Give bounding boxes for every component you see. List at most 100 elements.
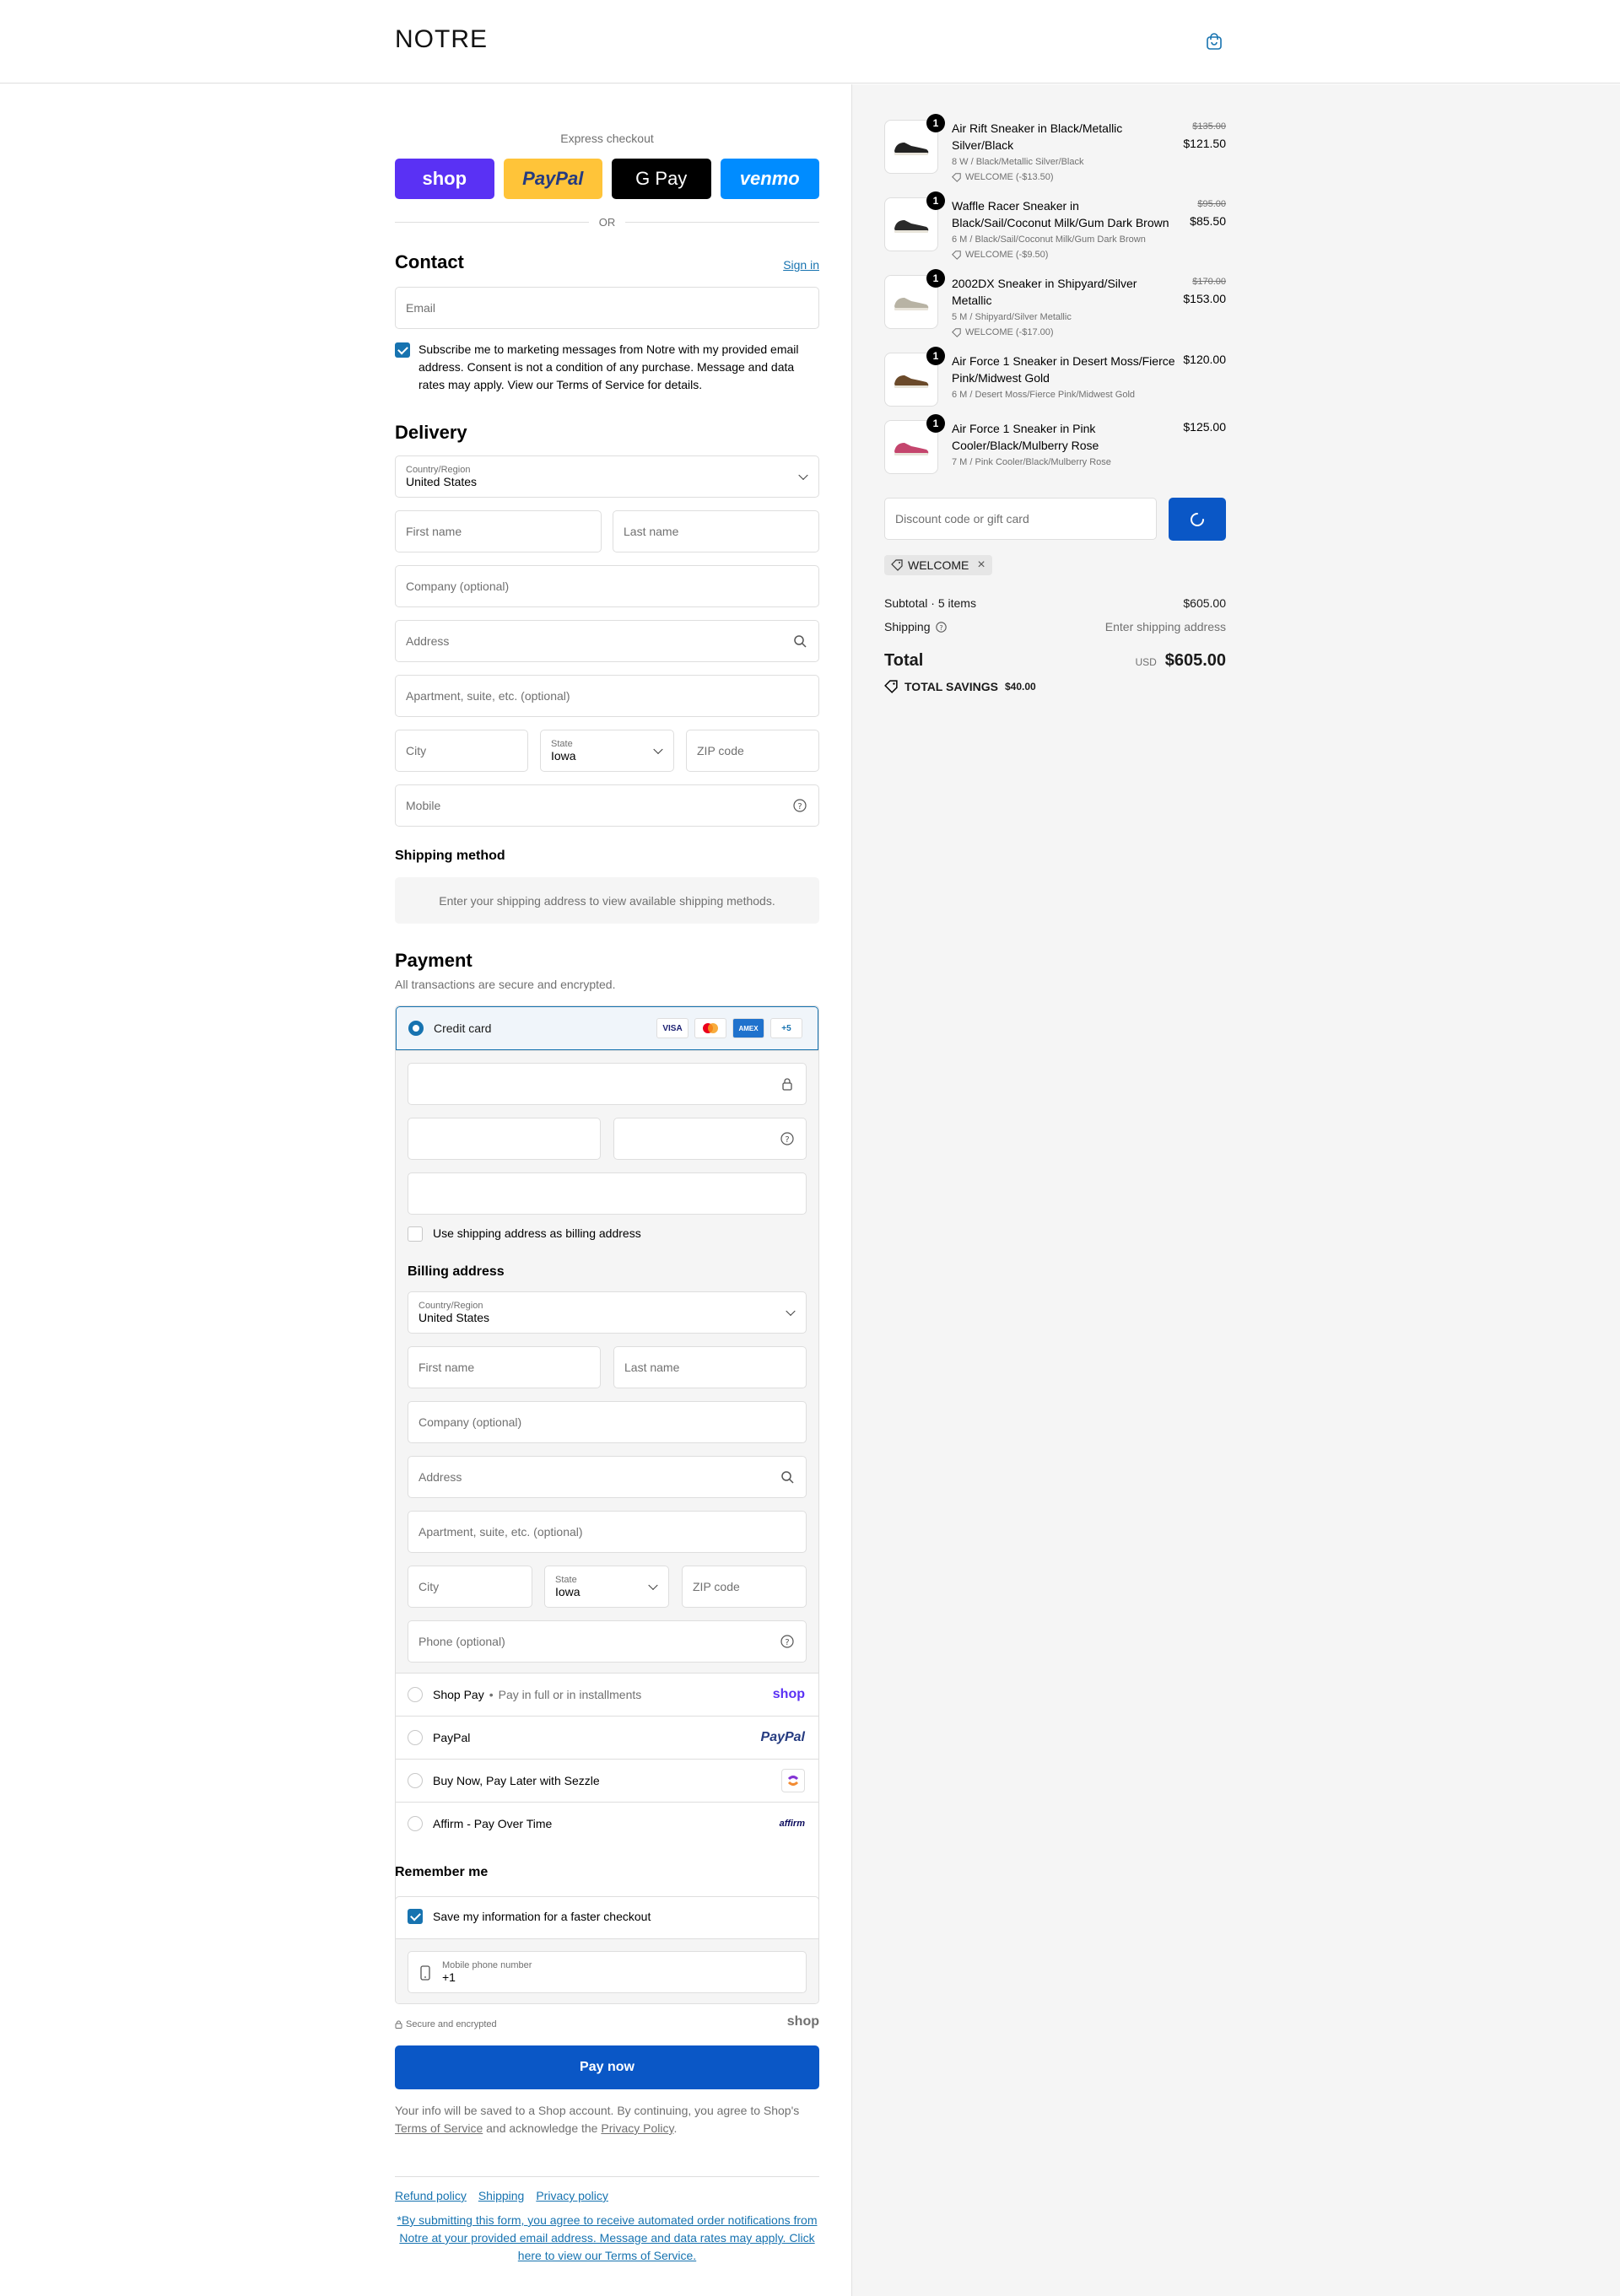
paypal-radio[interactable]	[408, 1730, 423, 1745]
use-shipping-checkbox[interactable]	[408, 1226, 423, 1242]
sneaker-image	[894, 298, 929, 310]
product-price: $85.50	[1190, 214, 1226, 228]
sezzle-option[interactable]: Buy Now, Pay Later with Sezzle	[396, 1759, 818, 1802]
billing-state-label: State	[555, 1575, 577, 1585]
country-select[interactable]: Country/Region United States	[395, 455, 819, 498]
save-info-label: Save my information for a faster checkou…	[433, 1910, 651, 1923]
quantity-badge: 1	[926, 414, 945, 433]
affirm-option[interactable]: Affirm - Pay Over Time affirm	[396, 1802, 818, 1845]
product-thumbnail: 1	[884, 114, 945, 174]
total-row: Total USD $605.00	[884, 651, 1226, 671]
billing-state-select[interactable]: State Iowa	[544, 1566, 669, 1608]
venmo-express-button[interactable]: venmo	[720, 159, 819, 199]
shop-pay-option[interactable]: Shop Pay • Pay in full or in installment…	[396, 1673, 818, 1716]
paypal-express-button[interactable]: PayPal	[503, 159, 602, 199]
apply-discount-button[interactable]	[1169, 498, 1226, 541]
payment-heading: Payment	[395, 950, 472, 971]
refund-policy-link[interactable]: Refund policy	[395, 2189, 467, 2202]
lock-icon	[782, 1078, 792, 1091]
expiration-field[interactable]	[408, 1118, 601, 1160]
brand-logo[interactable]: NOTRE	[395, 25, 488, 54]
original-price: $95.00	[1197, 199, 1226, 209]
divider-line	[625, 221, 819, 223]
shipping-policy-link[interactable]: Shipping	[478, 2189, 525, 2202]
credit-card-option[interactable]: Credit card VISA AMEX +5	[396, 1006, 818, 1050]
mobile-phone-label: Mobile phone number	[442, 1960, 532, 1970]
help-icon[interactable]: ?	[935, 621, 947, 633]
shop-pay-express-button[interactable]: shop	[395, 159, 494, 199]
paypal-option[interactable]: PayPal PayPal	[396, 1716, 818, 1759]
tag-icon	[952, 172, 961, 182]
sezzle-label: Buy Now, Pay Later with Sezzle	[433, 1774, 600, 1787]
billing-state-value: Iowa	[555, 1585, 580, 1598]
notifications-notice-link[interactable]: *By submitting this form, you agree to r…	[395, 2212, 819, 2265]
city-field[interactable]: City	[395, 730, 528, 772]
subtotal-value: $605.00	[1183, 596, 1226, 610]
subscribe-checkbox[interactable]	[395, 342, 410, 358]
shipping-method-heading: Shipping method	[395, 849, 505, 863]
sezzle-icon	[781, 1769, 805, 1792]
help-icon[interactable]: ?	[780, 1635, 794, 1648]
mobile-field[interactable]: Mobile ?	[395, 784, 819, 827]
footer-divider	[395, 2176, 819, 2177]
remember-phone-area: Mobile phone number +1	[396, 1938, 818, 2003]
billing-last-name-field[interactable]: Last name	[613, 1346, 807, 1388]
address-field[interactable]: Address	[395, 620, 819, 662]
shop-privacy-link[interactable]: Privacy Policy	[601, 2121, 673, 2135]
billing-apartment-field[interactable]: Apartment, suite, etc. (optional)	[408, 1511, 807, 1553]
card-number-field[interactable]	[408, 1063, 807, 1105]
billing-country-select[interactable]: Country/Region United States	[408, 1291, 807, 1334]
product-name: 2002DX Sneaker in Shipyard/Silver Metall…	[952, 277, 1137, 307]
save-info-checkbox[interactable]	[408, 1909, 423, 1924]
billing-first-name-field[interactable]: First name	[408, 1346, 601, 1388]
shop-terms-link[interactable]: Terms of Service	[395, 2121, 483, 2135]
quantity-badge: 1	[926, 347, 945, 365]
svg-text:?: ?	[785, 1638, 789, 1647]
email-field[interactable]: Email	[395, 287, 819, 329]
discount-code-field[interactable]: Discount code or gift card	[884, 498, 1157, 540]
name-on-card-field[interactable]	[408, 1172, 807, 1215]
product-discount: WELCOME (-$17.00)	[952, 327, 1054, 337]
sign-in-link[interactable]: Sign in	[783, 258, 819, 272]
sezzle-radio[interactable]	[408, 1773, 423, 1788]
affirm-radio[interactable]	[408, 1816, 423, 1831]
shopping-bag-icon[interactable]	[1205, 32, 1223, 51]
billing-company-field[interactable]: Company (optional)	[408, 1401, 807, 1443]
credit-card-radio[interactable]	[408, 1021, 424, 1036]
google-pay-express-button[interactable]: G Pay	[612, 159, 711, 199]
product-name: Air Force 1 Sneaker in Desert Moss/Fierc…	[952, 354, 1175, 385]
billing-zip-field[interactable]: ZIP code	[682, 1566, 807, 1608]
savings-label: TOTAL SAVINGS	[904, 680, 998, 693]
lock-icon	[395, 2020, 402, 2029]
zip-field[interactable]: ZIP code	[686, 730, 819, 772]
last-name-field[interactable]: Last name	[613, 510, 819, 552]
subscribe-text: Subscribe me to marketing messages from …	[418, 342, 799, 391]
pay-now-button[interactable]: Pay now	[395, 2045, 819, 2089]
shipping-label-wrap: Shipping ?	[884, 620, 947, 633]
billing-address-field[interactable]: Address	[408, 1456, 807, 1498]
shop-pay-sublabel: Pay in full or in installments	[498, 1688, 642, 1701]
paypal-label: PayPal	[433, 1731, 471, 1744]
billing-country-label: Country/Region	[418, 1301, 483, 1311]
state-select[interactable]: State Iowa	[540, 730, 674, 772]
company-field[interactable]: Company (optional)	[395, 565, 819, 607]
billing-city-field[interactable]: City	[408, 1566, 532, 1608]
first-name-field[interactable]: First name	[395, 510, 602, 552]
chevron-down-icon	[786, 1306, 796, 1317]
shop-pay-logo: shop	[772, 1687, 805, 1701]
apartment-field[interactable]: Apartment, suite, etc. (optional)	[395, 675, 819, 717]
billing-phone-field[interactable]: Phone (optional) ?	[408, 1620, 807, 1663]
privacy-policy-link[interactable]: Privacy policy	[536, 2189, 608, 2202]
remove-discount-icon[interactable]: ×	[977, 558, 985, 573]
product-price: $125.00	[1183, 420, 1226, 434]
delivery-heading: Delivery	[395, 422, 467, 443]
help-icon[interactable]: ?	[793, 799, 807, 812]
sneaker-image	[894, 143, 929, 155]
shop-pay-radio[interactable]	[408, 1687, 423, 1702]
security-code-field[interactable]: ?	[613, 1118, 807, 1160]
mobile-phone-field[interactable]: Mobile phone number +1	[408, 1951, 807, 1993]
applied-code: WELCOME	[908, 558, 969, 572]
affirm-logo: affirm	[779, 1819, 805, 1829]
state-label: State	[551, 739, 573, 749]
help-icon[interactable]: ?	[780, 1132, 794, 1145]
